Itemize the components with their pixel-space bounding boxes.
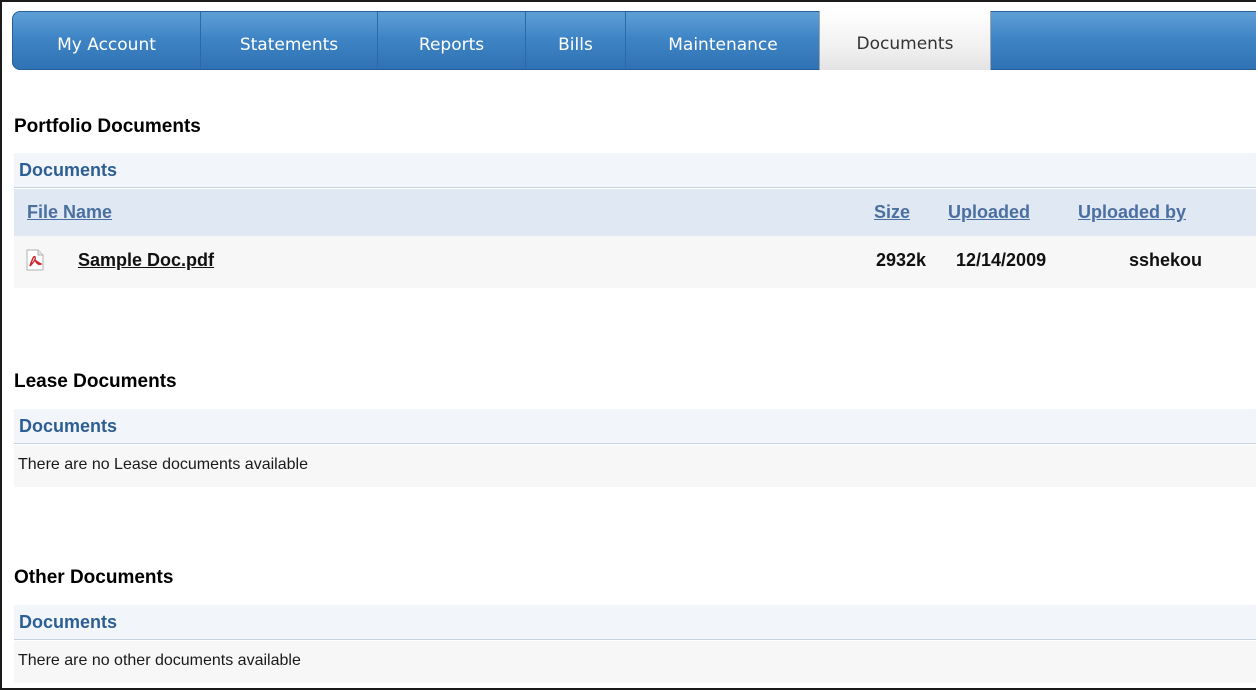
other-documents-header: Documents (14, 605, 1256, 640)
portfolio-documents-header: Documents (14, 153, 1256, 188)
column-file-name-link[interactable]: File Name (27, 202, 112, 223)
page-frame: My Account Statements Reports Bills Main… (0, 0, 1256, 690)
file-name-link[interactable]: Sample Doc.pdf (78, 250, 214, 271)
lease-empty-message: There are no Lease documents available (14, 445, 1256, 487)
tab-documents[interactable]: Documents (819, 11, 991, 70)
lease-documents-header: Documents (14, 409, 1256, 444)
pdf-icon[interactable] (26, 249, 44, 271)
file-size: 2932k (876, 250, 927, 270)
file-uploaded-by: sshekou (1129, 250, 1203, 270)
column-uploaded-link[interactable]: Uploaded (948, 202, 1030, 223)
column-size-link[interactable]: Size (874, 202, 910, 223)
other-empty-message: There are no other documents available (14, 641, 1256, 683)
other-section-title: Other Documents (14, 567, 174, 588)
tab-reports[interactable]: Reports (378, 12, 526, 69)
lease-section-title: Lease Documents (14, 371, 177, 392)
tab-maintenance[interactable]: Maintenance (626, 12, 821, 69)
table-row: Sample Doc.pdf 2932k 12/14/2009 sshekou (14, 236, 1256, 288)
file-uploaded-date: 12/14/2009 (956, 250, 1047, 270)
portfolio-section-title: Portfolio Documents (14, 116, 201, 137)
main-tab-bar: My Account Statements Reports Bills Main… (12, 11, 1256, 70)
tab-statements[interactable]: Statements (201, 12, 378, 69)
column-uploaded-by-link[interactable]: Uploaded by (1078, 202, 1186, 223)
tab-my-account[interactable]: My Account (13, 12, 201, 69)
tab-bills[interactable]: Bills (526, 12, 626, 69)
portfolio-column-header-row: File Name Size Uploaded Uploaded by (14, 189, 1256, 236)
